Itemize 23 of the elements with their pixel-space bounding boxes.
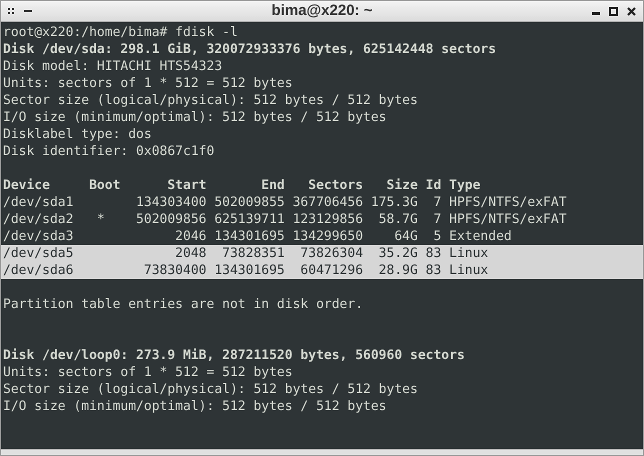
terminal-line: root@x220:/home/bima# fdisk -l xyxy=(2,24,239,41)
terminal-line: Device Boot Start End Sectors Size Id Type xyxy=(2,177,482,194)
terminal-line: /dev/sda1 134303400 502009855 367706456 175.3G 7 HPFS/NTFS/exFAT xyxy=(2,194,568,211)
terminal-line: Partition table entries are not in disk order. xyxy=(2,296,364,313)
maximize-icon[interactable] xyxy=(609,6,618,16)
window-title: bima@x220: ~ xyxy=(272,0,372,21)
terminal-line: Disk identifier: 0x0867c1f0 xyxy=(2,143,216,160)
terminal-line: /dev/sda3 2046 134301695 134299650 64G 5 Extended xyxy=(2,228,513,245)
terminal-line: Units: sectors of 1 * 512 = 512 bytes xyxy=(2,364,294,381)
terminal-line: Units: sectors of 1 * 512 = 512 bytes xyxy=(2,75,294,92)
close-icon[interactable] xyxy=(627,6,636,16)
grip-dots-icon[interactable] xyxy=(8,8,14,14)
terminal-line: Sector size (logical/physical): 512 bytes / 512 bytes xyxy=(2,92,419,109)
terminal-line: I/O size (minimum/optimal): 512 bytes / 512 bytes xyxy=(2,109,388,126)
terminal-line: Disk /dev/loop0: 273.9 MiB, 287211520 bytes, 560960 sectors xyxy=(2,347,466,364)
terminal-line: Disklabel type: dos xyxy=(2,126,153,143)
terminal-line: Disk /dev/sda: 298.1 GiB, 320072933376 bytes, 625142448 sectors xyxy=(2,41,498,58)
horizontal-scrollbar[interactable] xyxy=(1,449,643,455)
terminal-line: /dev/sda2 * 502009856 625139711 123129856 58.7G 7 HPFS/NTFS/exFAT xyxy=(2,211,568,228)
terminal-line: I/O size (minimum/optimal): 512 bytes / 512 bytes xyxy=(2,398,388,415)
terminal-line: Sector size (logical/physical): 512 bytes / 512 bytes xyxy=(2,381,419,398)
terminal-line: Disk model: HITACHI HTS54323 xyxy=(2,58,224,75)
shade-icon[interactable] xyxy=(24,10,32,12)
